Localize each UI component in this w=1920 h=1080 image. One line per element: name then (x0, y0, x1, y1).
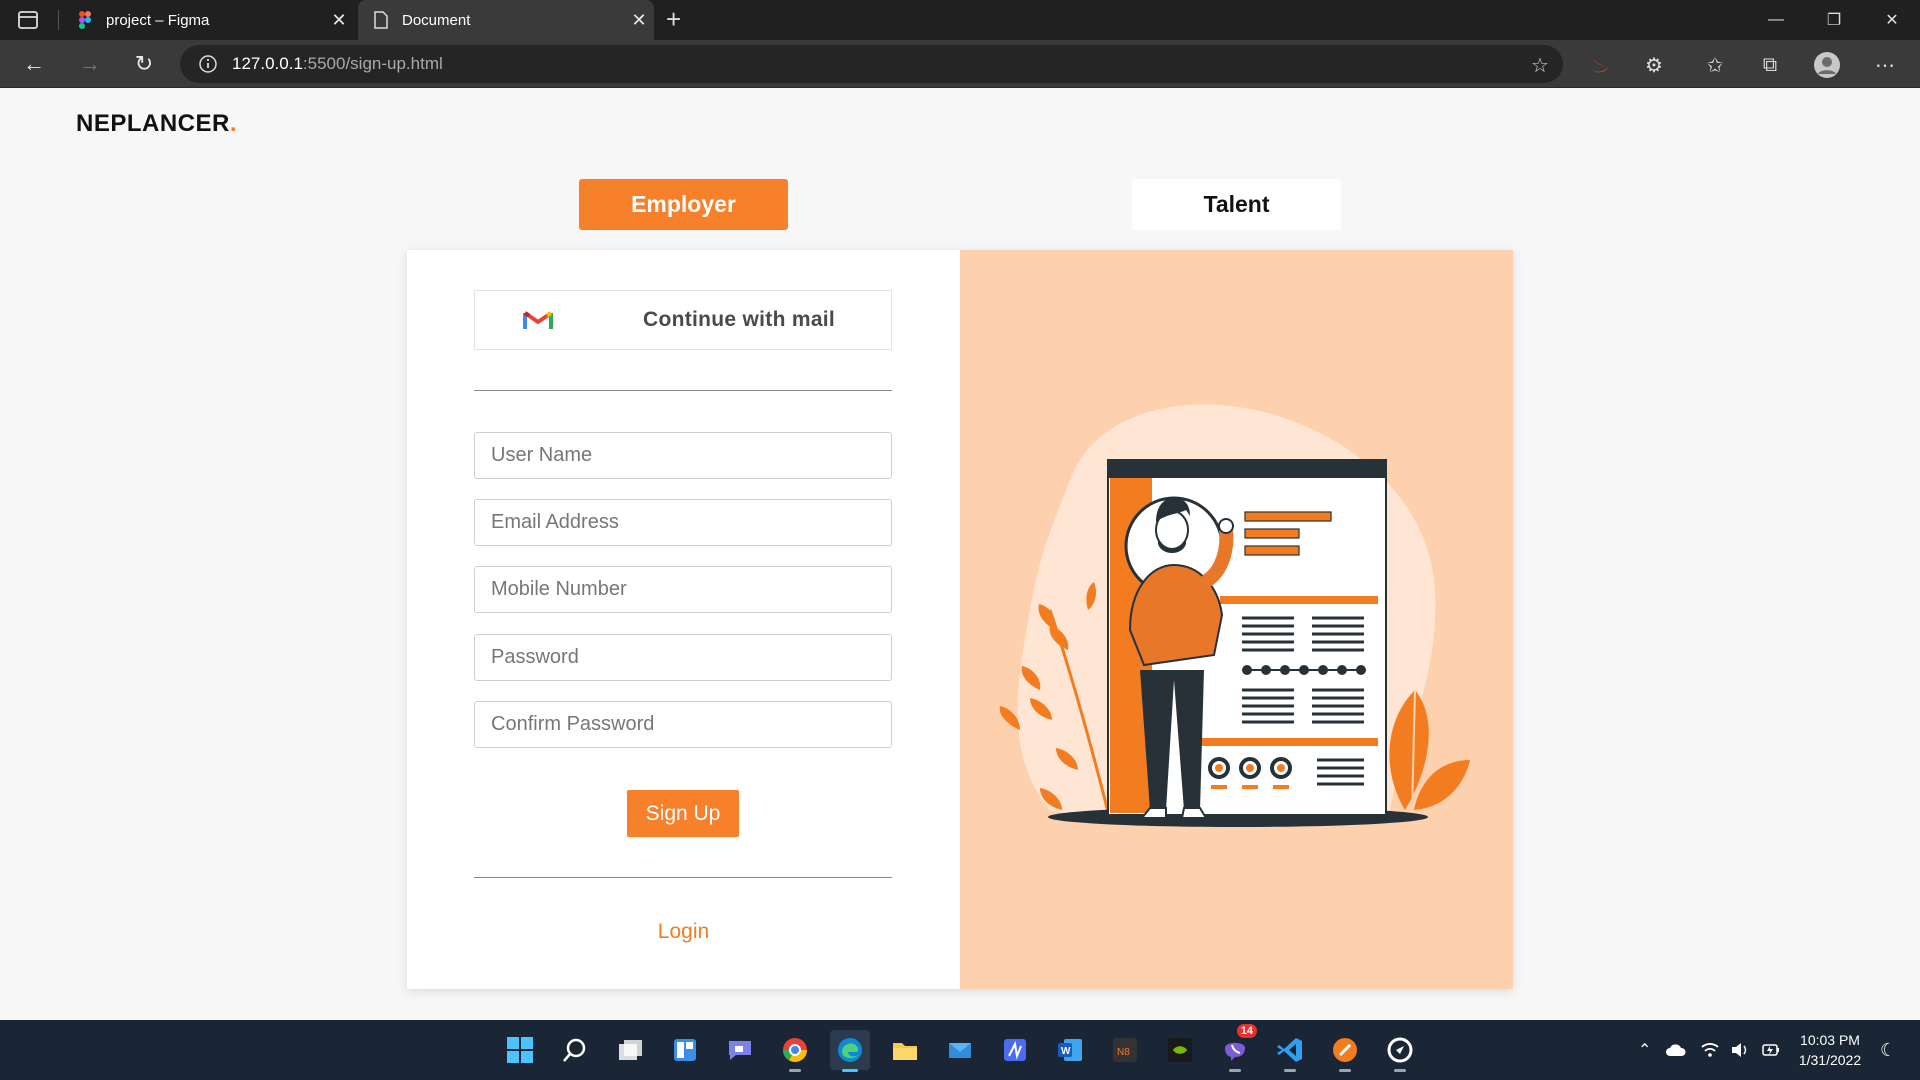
windows-taskbar: W N8 14 ⌃ 10:03 PM 1/31/2022 ☾ (0, 1020, 1920, 1080)
collections-icon[interactable]: ⧉ (1757, 52, 1783, 78)
illustration-panel (960, 250, 1513, 989)
mail-icon[interactable] (940, 1030, 980, 1070)
mobile-input[interactable] (474, 566, 892, 613)
onedrive-icon[interactable] (1665, 1020, 1687, 1080)
continue-with-mail-button[interactable]: Continue with mail (474, 290, 892, 350)
restore-button[interactable]: ❐ (1806, 0, 1862, 40)
login-link[interactable]: Login (407, 920, 960, 944)
widgets-icon[interactable] (665, 1030, 705, 1070)
new-tab-button[interactable]: + (666, 4, 681, 35)
app-icon[interactable] (995, 1030, 1035, 1070)
address-bar[interactable]: 127.0.0.1 :5500/sign-up.html (180, 45, 1563, 83)
close-window-button[interactable]: ✕ (1864, 0, 1920, 40)
tab-close-icon[interactable]: ✕ (624, 10, 654, 31)
focus-assist-moon-icon[interactable]: ☾ (1880, 1020, 1896, 1080)
wifi-icon[interactable] (1700, 1020, 1720, 1080)
gmail-icon (523, 309, 553, 331)
profile-avatar-icon[interactable] (1814, 52, 1840, 78)
browser-tab-bar: project – Figma ✕ Document ✕ + — ❐ ✕ (0, 0, 1920, 40)
svg-text:W: W (1061, 1046, 1071, 1057)
viber-icon[interactable]: 14 (1215, 1024, 1257, 1072)
sn8-icon[interactable]: N8 (1105, 1030, 1145, 1070)
site-info-icon[interactable] (198, 54, 218, 74)
battery-icon[interactable] (1761, 1020, 1781, 1080)
resume-illustration (999, 404, 1470, 827)
swift-extension-icon[interactable] (1586, 52, 1612, 78)
running-indicator (789, 1069, 801, 1072)
reload-button[interactable]: ↻ (126, 46, 162, 82)
employer-tab-button[interactable]: Employer (579, 179, 788, 230)
tab-title: project – Figma (106, 11, 210, 29)
add-favorite-icon[interactable]: ☆ (1527, 52, 1553, 78)
more-menu-icon[interactable]: ⋯ (1872, 52, 1898, 78)
running-indicator (1284, 1069, 1296, 1072)
viber-notification-badge: 14 (1236, 1024, 1257, 1038)
confirm-password-input[interactable] (474, 701, 892, 748)
back-button[interactable]: ← (16, 46, 52, 82)
document-icon (372, 11, 390, 29)
extensions-icon[interactable]: ⚙ (1641, 52, 1667, 78)
signup-button[interactable]: Sign Up (627, 790, 739, 837)
email-input[interactable] (474, 499, 892, 546)
chrome-icon[interactable] (775, 1030, 815, 1072)
username-input[interactable] (474, 432, 892, 479)
logo-dot: . (229, 110, 238, 137)
running-indicator (1394, 1069, 1406, 1072)
clock-time: 10:03 PM (1800, 1032, 1860, 1048)
minimize-button[interactable]: — (1748, 0, 1804, 40)
tab-document[interactable]: Document ✕ (358, 0, 654, 40)
show-hidden-icons[interactable]: ⌃ (1638, 1020, 1651, 1080)
edge-icon[interactable] (830, 1030, 870, 1072)
password-input[interactable] (474, 634, 892, 681)
tab-title: Document (402, 11, 471, 29)
divider-top (474, 390, 892, 391)
url-host: 127.0.0.1 (232, 54, 303, 73)
url-path: :5500/sign-up.html (302, 54, 443, 73)
tab-actions-icon[interactable] (16, 9, 40, 31)
app-icon[interactable] (1380, 1030, 1420, 1072)
nvidia-icon[interactable] (1160, 1030, 1200, 1070)
teams-chat-icon[interactable] (720, 1030, 760, 1070)
signup-form-panel: Continue with mail Sign Up Login (407, 250, 960, 989)
running-indicator (842, 1069, 858, 1072)
site-logo[interactable]: NEPLANCER. (76, 110, 237, 138)
running-indicator (1339, 1069, 1351, 1072)
app-icon[interactable] (1325, 1030, 1365, 1072)
tab-figma[interactable]: project – Figma ✕ (62, 0, 354, 40)
logo-text: NEPLANCER (76, 110, 230, 137)
running-indicator (1229, 1069, 1241, 1072)
browser-toolbar: ← → ↻ 127.0.0.1 :5500/sign-up.html ☆ ⚙ ✩… (0, 40, 1920, 88)
svg-text:N8: N8 (1117, 1047, 1130, 1058)
page-content: NEPLANCER. Employer Talent Continue with… (0, 89, 1920, 1019)
system-clock[interactable]: 10:03 PM 1/31/2022 (1790, 1030, 1870, 1070)
file-explorer-icon[interactable] (885, 1030, 925, 1070)
search-icon[interactable] (555, 1030, 595, 1070)
divider-bottom (474, 877, 892, 878)
tab-separator (58, 10, 59, 30)
word-icon[interactable]: W (1050, 1030, 1090, 1070)
favorites-icon[interactable]: ✩ (1702, 52, 1728, 78)
start-button-icon[interactable] (500, 1030, 540, 1070)
clock-date: 1/31/2022 (1798, 1052, 1862, 1068)
vscode-icon[interactable] (1270, 1030, 1310, 1072)
signup-card: Continue with mail Sign Up Login (407, 250, 1513, 989)
volume-icon[interactable] (1730, 1020, 1750, 1080)
task-view-icon[interactable] (610, 1030, 650, 1070)
continue-with-mail-label: Continue with mail (643, 308, 836, 331)
forward-button[interactable]: → (72, 46, 108, 82)
tab-close-icon[interactable]: ✕ (324, 10, 354, 31)
figma-icon (76, 11, 94, 29)
talent-tab-button[interactable]: Talent (1132, 179, 1341, 230)
